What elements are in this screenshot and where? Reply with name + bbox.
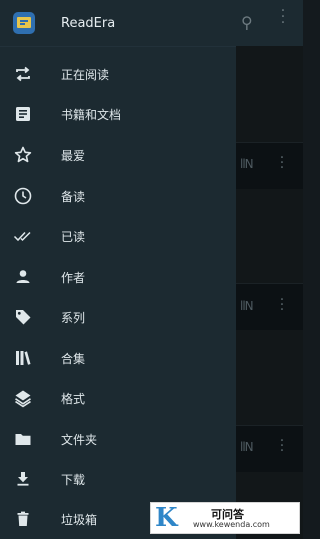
search-icon[interactable]: ⚲ [241, 13, 253, 32]
menu-label: 作者 [61, 271, 86, 285]
menu-label: 正在阅读 [61, 68, 110, 82]
menu-label: 系列 [61, 311, 86, 325]
menu-item-to-read[interactable]: 备读 [0, 176, 236, 216]
menu-label: 已读 [61, 230, 86, 244]
document-icon [16, 107, 30, 121]
menu-item-favorites[interactable]: 最爱 [0, 135, 236, 175]
menu-label: 垃圾箱 [61, 513, 98, 527]
navigation-drawer: ReadEra 正在阅读 书籍和文档 最爱 备读 已读 作者 系列 合集 格式 … [0, 0, 236, 539]
more-vert-icon[interactable]: · · · [279, 151, 285, 175]
menu-item-books-documents[interactable]: 书籍和文档 [0, 94, 236, 134]
trash-icon [17, 511, 29, 526]
more-vert-icon[interactable]: · · · [279, 293, 285, 317]
books-icon: llN [240, 299, 254, 313]
more-vert-icon[interactable]: · · · [280, 4, 286, 30]
drawer-header: ReadEra [0, 0, 236, 47]
menu-label: 最爱 [61, 149, 86, 163]
watermark-url: www.kewenda.com [193, 520, 270, 529]
menu-label: 合集 [61, 352, 86, 366]
clock-icon [14, 187, 32, 205]
more-vert-icon[interactable]: · · · [279, 434, 285, 458]
layers-icon [15, 390, 31, 408]
menu-item-formats[interactable]: 格式 [0, 378, 236, 418]
menu-label: 下载 [61, 473, 86, 487]
repeat-icon [16, 66, 30, 82]
menu-item-now-reading[interactable]: 正在阅读 [0, 54, 236, 94]
menu-label: 书籍和文档 [61, 108, 122, 122]
menu-item-collections[interactable]: 合集 [0, 338, 236, 378]
menu-label: 备读 [61, 190, 86, 204]
menu-item-downloads[interactable]: 下载 [0, 459, 236, 499]
books-icon [16, 351, 31, 365]
watermark: K 可问答 www.kewenda.com [150, 502, 300, 534]
books-icon: llN [240, 157, 254, 171]
menu-item-have-read[interactable]: 已读 [0, 216, 236, 256]
tag-icon [16, 310, 31, 325]
books-icon: llN [240, 440, 254, 454]
menu-item-folders[interactable]: 文件夹 [0, 419, 236, 459]
menu-label: 文件夹 [61, 433, 98, 447]
app-logo-icon [13, 12, 35, 34]
double-check-icon [13, 231, 31, 242]
person-icon [16, 270, 30, 283]
menu-item-series[interactable]: 系列 [0, 297, 236, 337]
download-icon [17, 472, 29, 486]
star-icon [14, 146, 32, 163]
menu-label: 格式 [61, 392, 86, 406]
folder-icon [15, 434, 31, 445]
app-title: ReadEra [61, 16, 116, 31]
menu-item-authors[interactable]: 作者 [0, 257, 236, 297]
watermark-logo: K [155, 503, 178, 533]
